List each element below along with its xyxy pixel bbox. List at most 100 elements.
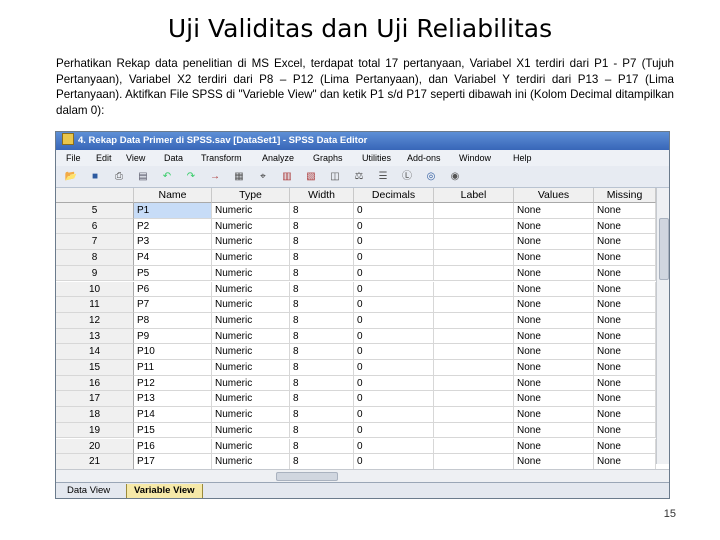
cell-label[interactable]: [434, 328, 514, 345]
cell-name[interactable]: P1: [134, 203, 212, 219]
menu-help[interactable]: Help: [513, 150, 532, 166]
cell-label[interactable]: [434, 438, 514, 455]
cell-name[interactable]: P10: [134, 344, 212, 360]
cell-missing[interactable]: None: [594, 234, 656, 251]
cell-width[interactable]: 8: [290, 250, 354, 266]
cell-values[interactable]: None: [514, 454, 594, 470]
cell-values[interactable]: None: [514, 234, 594, 251]
cell-width[interactable]: 8: [290, 312, 354, 329]
cell-type[interactable]: Numeric: [212, 297, 290, 313]
weight-cases-icon[interactable]: ⚖: [352, 170, 366, 183]
cell-width[interactable]: 8: [290, 203, 354, 219]
menu-analyze[interactable]: Analyze: [262, 150, 294, 166]
redo-icon[interactable]: ↷: [184, 170, 198, 183]
cell-label[interactable]: [434, 281, 514, 298]
cell-type[interactable]: Numeric: [212, 250, 290, 266]
tab-data-view[interactable]: Data View: [60, 484, 117, 498]
cell-missing[interactable]: None: [594, 422, 656, 439]
column-header-name[interactable]: Name: [134, 188, 212, 203]
cell-type[interactable]: Numeric: [212, 328, 290, 345]
cell-decimals[interactable]: 0: [354, 281, 434, 298]
menu-data[interactable]: Data: [164, 150, 183, 166]
cell-width[interactable]: 8: [290, 218, 354, 235]
open-icon[interactable]: 📂: [64, 170, 78, 183]
cell-decimals[interactable]: 0: [354, 328, 434, 345]
cell-name[interactable]: P9: [134, 328, 212, 345]
cell-width[interactable]: 8: [290, 265, 354, 282]
cell-width[interactable]: 8: [290, 438, 354, 455]
cell-width[interactable]: 8: [290, 407, 354, 423]
cell-type[interactable]: Numeric: [212, 203, 290, 219]
column-header-type[interactable]: Type: [212, 188, 290, 203]
cell-type[interactable]: Numeric: [212, 218, 290, 235]
cell-name[interactable]: P17: [134, 454, 212, 470]
cell-name[interactable]: P6: [134, 281, 212, 298]
undo-icon[interactable]: ↶: [160, 170, 174, 183]
horizontal-scrollbar[interactable]: [56, 469, 669, 482]
column-header-width[interactable]: Width: [290, 188, 354, 203]
cell-missing[interactable]: None: [594, 250, 656, 266]
cell-values[interactable]: None: [514, 344, 594, 360]
cell-missing[interactable]: None: [594, 407, 656, 423]
cell-decimals[interactable]: 0: [354, 218, 434, 235]
cell-decimals[interactable]: 0: [354, 312, 434, 329]
insert-variable-icon[interactable]: ▧: [304, 170, 318, 183]
cell-width[interactable]: 8: [290, 422, 354, 439]
cell-decimals[interactable]: 0: [354, 438, 434, 455]
horizontal-scroll-thumb[interactable]: [276, 472, 338, 481]
cell-name[interactable]: P5: [134, 265, 212, 282]
cell-label[interactable]: [434, 375, 514, 392]
cell-type[interactable]: Numeric: [212, 407, 290, 423]
cell-width[interactable]: 8: [290, 281, 354, 298]
variables-icon[interactable]: ▦: [232, 170, 246, 183]
vertical-scroll-thumb[interactable]: [659, 218, 669, 280]
cell-decimals[interactable]: 0: [354, 422, 434, 439]
cell-width[interactable]: 8: [290, 297, 354, 313]
cell-name[interactable]: P4: [134, 250, 212, 266]
cell-decimals[interactable]: 0: [354, 203, 434, 219]
menu-add-ons[interactable]: Add-ons: [407, 150, 441, 166]
cell-width[interactable]: 8: [290, 391, 354, 408]
cell-missing[interactable]: None: [594, 203, 656, 219]
cell-name[interactable]: P7: [134, 297, 212, 313]
cell-label[interactable]: [434, 297, 514, 313]
cell-name[interactable]: P11: [134, 360, 212, 376]
cell-label[interactable]: [434, 422, 514, 439]
cell-type[interactable]: Numeric: [212, 391, 290, 408]
cell-missing[interactable]: None: [594, 391, 656, 408]
dialog-recall-icon[interactable]: ▤: [136, 170, 150, 183]
cell-label[interactable]: [434, 218, 514, 235]
cell-decimals[interactable]: 0: [354, 265, 434, 282]
cell-values[interactable]: None: [514, 265, 594, 282]
cell-name[interactable]: P2: [134, 218, 212, 235]
menu-transform[interactable]: Transform: [201, 150, 242, 166]
cell-values[interactable]: None: [514, 250, 594, 266]
vertical-scrollbar[interactable]: [656, 188, 669, 464]
cell-values[interactable]: None: [514, 375, 594, 392]
column-header-decimals[interactable]: Decimals: [354, 188, 434, 203]
find-icon[interactable]: ⌖: [256, 170, 270, 183]
cell-decimals[interactable]: 0: [354, 454, 434, 470]
column-header-values[interactable]: Values: [514, 188, 594, 203]
menu-graphs[interactable]: Graphs: [313, 150, 343, 166]
cell-type[interactable]: Numeric: [212, 375, 290, 392]
cell-name[interactable]: P8: [134, 312, 212, 329]
cell-label[interactable]: [434, 391, 514, 408]
cell-decimals[interactable]: 0: [354, 234, 434, 251]
cell-values[interactable]: None: [514, 281, 594, 298]
cell-width[interactable]: 8: [290, 454, 354, 470]
cell-missing[interactable]: None: [594, 328, 656, 345]
cell-missing[interactable]: None: [594, 218, 656, 235]
cell-missing[interactable]: None: [594, 297, 656, 313]
cell-label[interactable]: [434, 234, 514, 251]
column-header-missing[interactable]: Missing: [594, 188, 656, 203]
use-sets-icon[interactable]: ◎: [424, 170, 438, 183]
cell-missing[interactable]: None: [594, 312, 656, 329]
cell-type[interactable]: Numeric: [212, 265, 290, 282]
save-icon[interactable]: ■: [88, 170, 102, 183]
menu-utilities[interactable]: Utilities: [362, 150, 391, 166]
cell-label[interactable]: [434, 454, 514, 470]
cell-name[interactable]: P12: [134, 375, 212, 392]
cell-width[interactable]: 8: [290, 328, 354, 345]
cell-decimals[interactable]: 0: [354, 250, 434, 266]
